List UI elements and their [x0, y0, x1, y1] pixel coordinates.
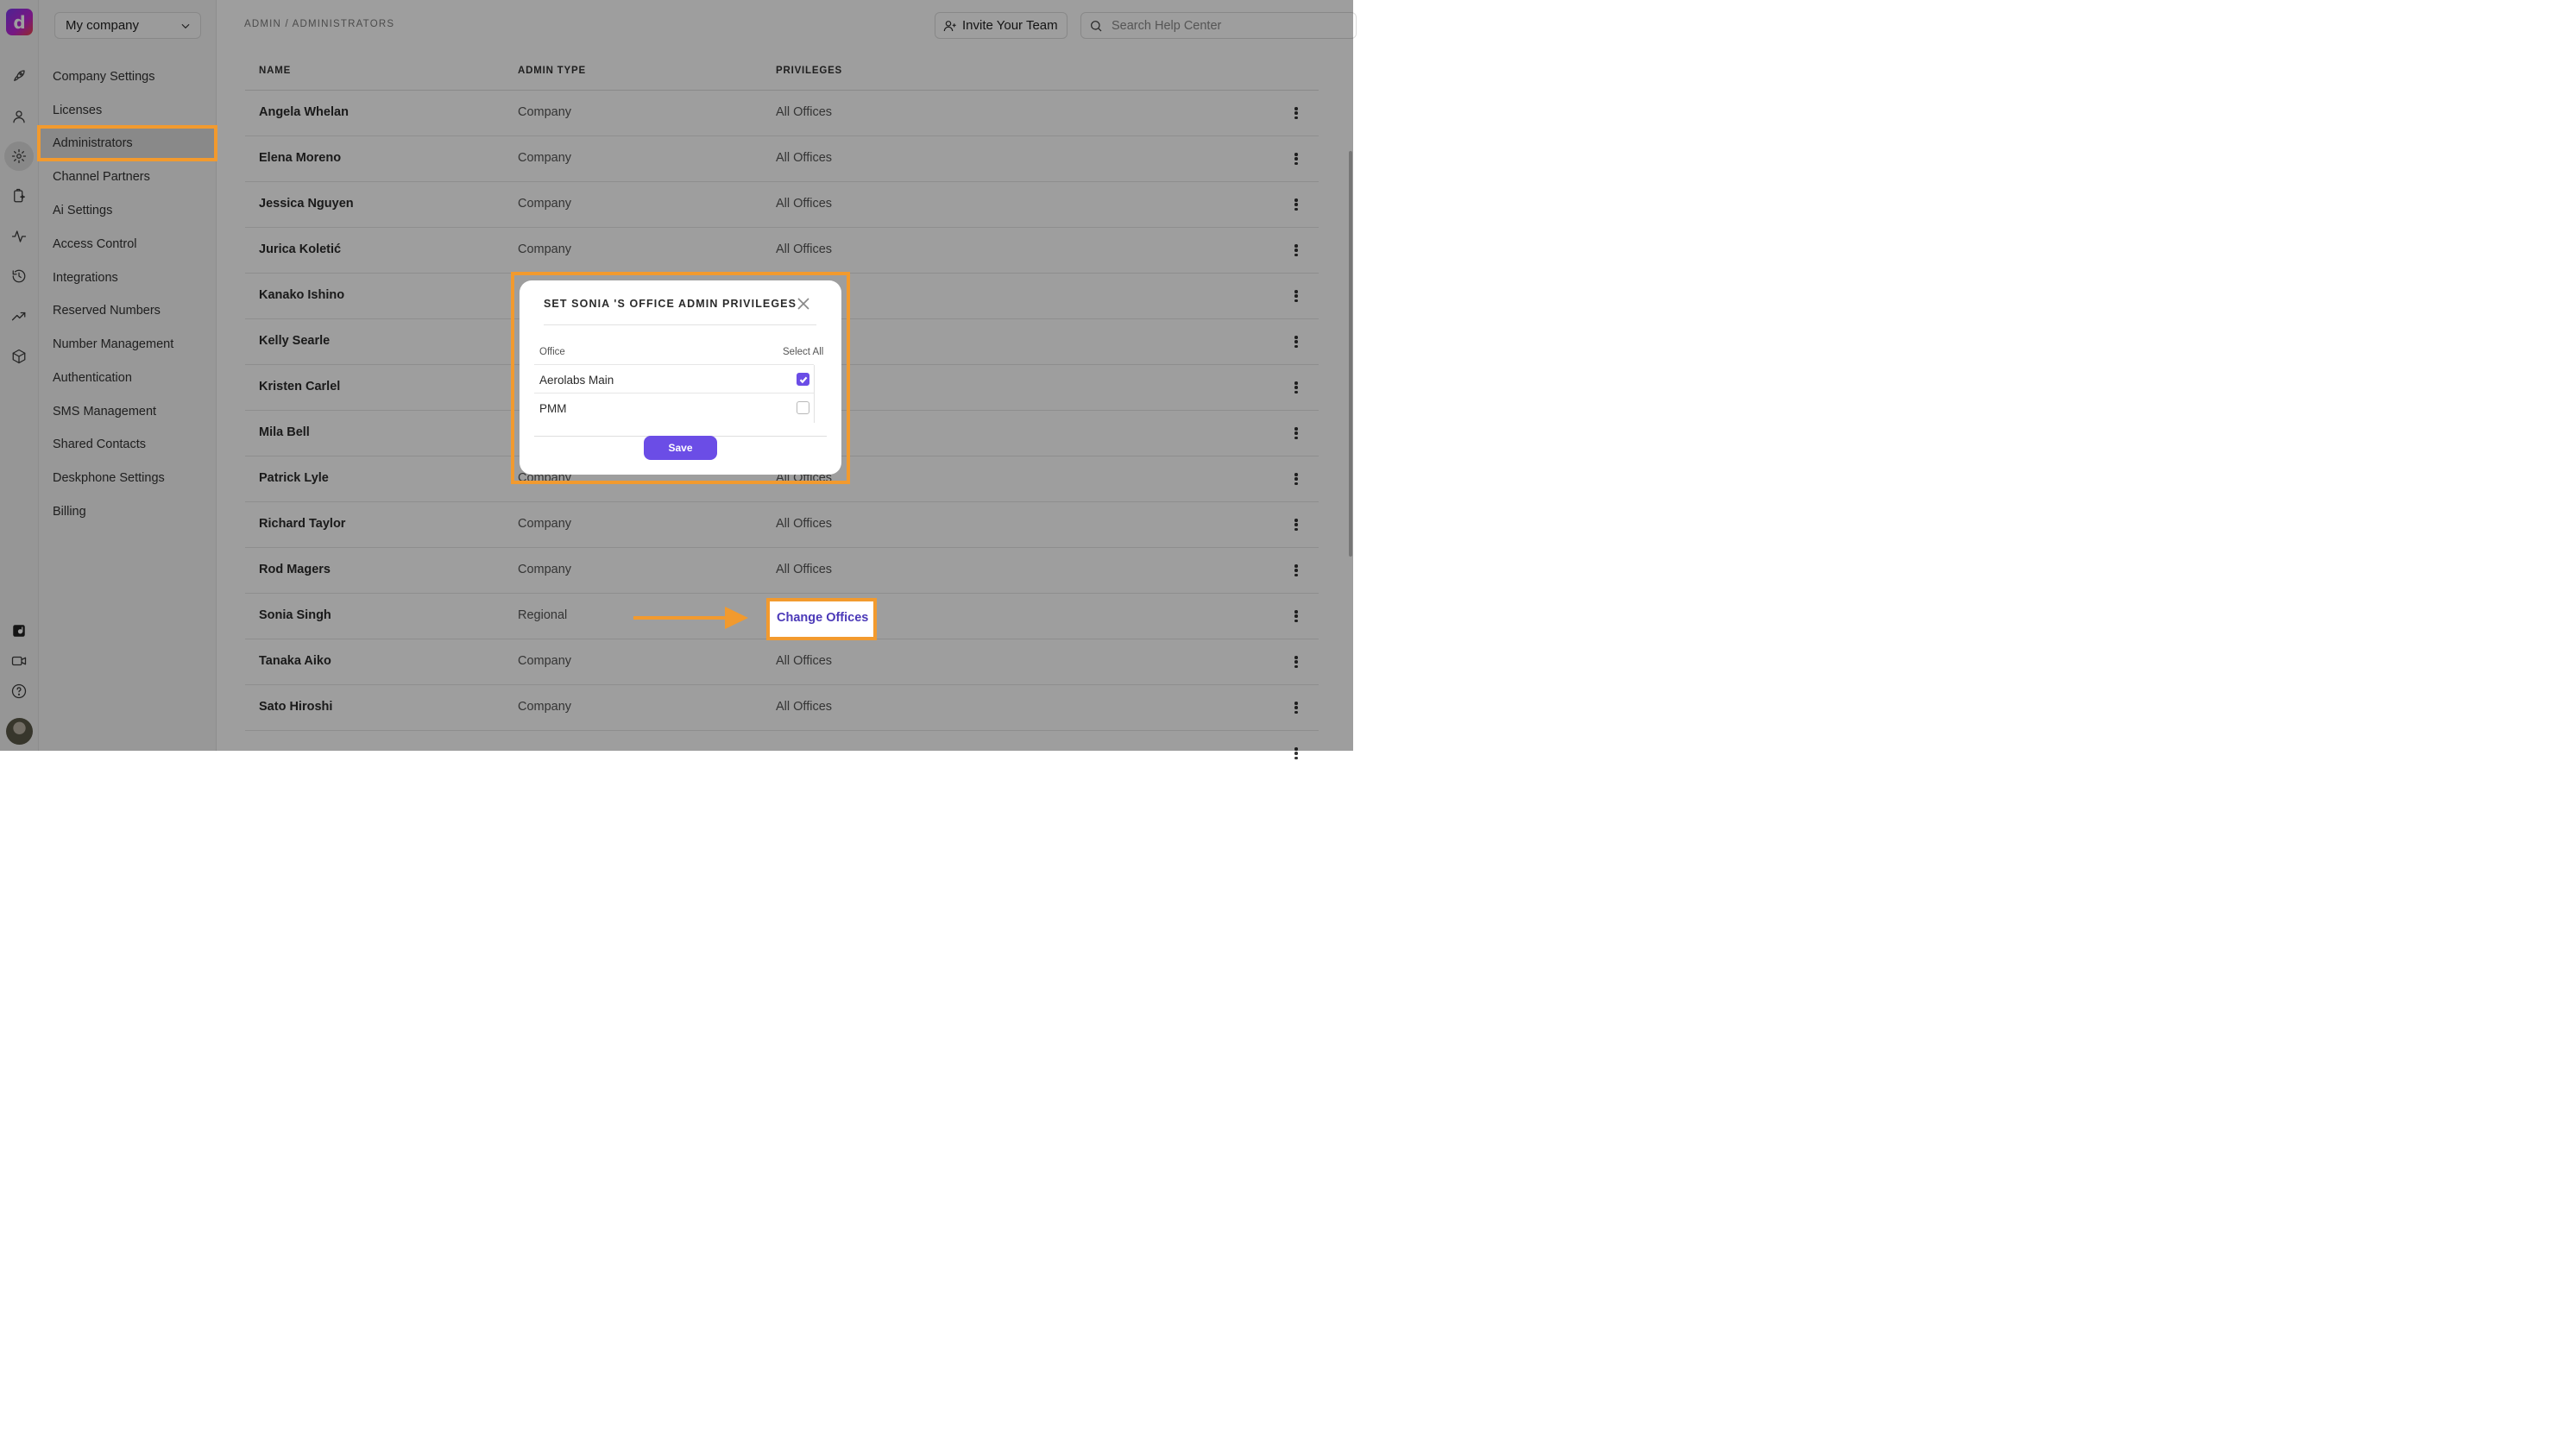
office-privileges-modal: SET SONIA 'S OFFICE ADMIN PRIVILEGES Off… [520, 280, 841, 475]
select-all-link[interactable]: Select All [783, 347, 823, 357]
office-name: PMM [539, 402, 567, 415]
office-row[interactable]: PMM [534, 393, 814, 422]
close-icon[interactable] [797, 298, 809, 310]
office-row[interactable]: Aerolabs Main [534, 364, 814, 393]
modal-title: SET SONIA 'S OFFICE ADMIN PRIVILEGES [544, 298, 797, 310]
highlight-box-change-offices [766, 598, 877, 640]
save-button[interactable]: Save [644, 436, 717, 460]
office-checkbox[interactable] [797, 373, 809, 386]
arrow-right-icon [633, 607, 748, 629]
check-icon [799, 376, 808, 384]
office-list: Aerolabs Main PMM [534, 364, 827, 437]
divider [544, 324, 816, 325]
highlight-box-administrators [37, 125, 217, 161]
office-name: Aerolabs Main [539, 374, 614, 387]
office-checkbox[interactable] [797, 401, 809, 414]
office-column-label: Office [539, 347, 565, 357]
office-list-scrollbar[interactable] [814, 365, 815, 423]
